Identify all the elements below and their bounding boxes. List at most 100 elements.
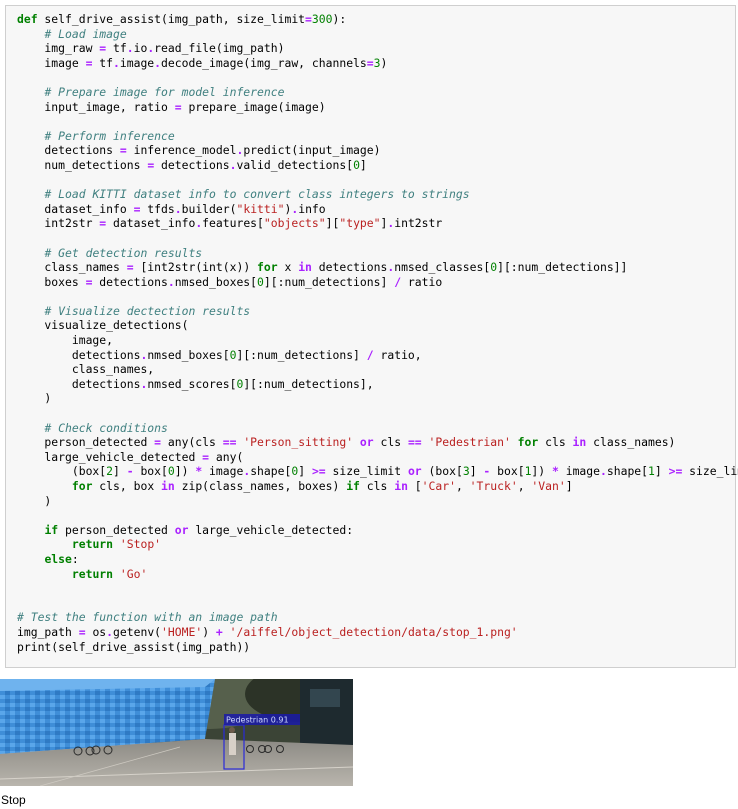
code-token: . <box>154 55 162 70</box>
code-token: ] <box>565 479 573 493</box>
code-token: "type" <box>339 216 381 231</box>
code-line: ) <box>17 391 738 406</box>
code-token: or <box>359 435 374 450</box>
code-token: ] <box>654 464 669 479</box>
code-line: # Prepare image for model inference <box>17 85 738 100</box>
code-token: 'Truck' <box>469 479 518 493</box>
code-token: int2str <box>17 216 100 231</box>
code-token: . <box>167 274 175 289</box>
code-token: . <box>106 624 114 639</box>
code-line: image = tf.image.decode_image(img_raw, c… <box>17 56 738 71</box>
code-token: or <box>174 522 189 537</box>
code-line: detections = inference_model.predict(inp… <box>17 143 738 158</box>
code-line: class_names = [int2str(int(x)) for x in … <box>17 260 738 275</box>
code-token: shape[ <box>606 464 649 479</box>
code-token: 'Van' <box>531 479 566 493</box>
code-token: shape[ <box>250 464 292 479</box>
code-token: = <box>202 449 210 464</box>
code-token: == <box>222 435 237 450</box>
code-token: self_drive_assist(img_path, size_limit <box>37 12 306 26</box>
code-token: image <box>17 55 86 70</box>
code-line: # Get detection results <box>17 246 738 261</box>
code-token: getenv( <box>113 624 162 639</box>
code-line: image, <box>17 333 738 348</box>
code-token: ] <box>113 464 127 479</box>
street-scene-image: Pedestrian 0.91 <box>0 679 353 786</box>
code-token: 2 <box>106 464 114 479</box>
code-token: detections <box>92 274 168 289</box>
code-token: dataset_info <box>106 216 196 231</box>
code-token: input_image, ratio <box>17 99 175 114</box>
code-token: predict(input_image) <box>243 143 381 158</box>
code-token: * <box>552 464 559 479</box>
code-token: nmsed_boxes[ <box>174 274 258 289</box>
code-token: num_detections <box>17 157 148 172</box>
code-token: class_names <box>17 260 127 275</box>
code-editor[interactable]: def self_drive_assist(img_path, size_lim… <box>17 12 738 654</box>
code-cell[interactable]: def self_drive_assist(img_path, size_lim… <box>5 5 738 668</box>
code-line: dataset_info = tfds.builder("kitti").inf… <box>17 202 738 217</box>
code-token: features[ <box>202 216 264 231</box>
code-token: class_names) <box>586 435 676 450</box>
code-token: >= <box>668 464 683 479</box>
code-token: 0 <box>353 157 360 172</box>
code-token: '/aiffel/object_detection/data/stop_1.pn… <box>229 624 518 639</box>
code-line: detections.nmsed_scores[0][:num_detectio… <box>17 377 738 392</box>
code-token: if <box>346 479 360 493</box>
code-line: detections.nmsed_boxes[0][:num_detection… <box>17 348 738 363</box>
code-token: ) <box>17 493 52 508</box>
code-line: else: <box>17 552 738 567</box>
code-token: >= <box>311 464 326 479</box>
code-token: tf <box>92 55 114 70</box>
code-token: nmsed_boxes[ <box>147 347 230 362</box>
code-token: . <box>113 55 120 70</box>
code-token: = <box>305 12 312 26</box>
code-token: decode_image(img_raw, channels <box>161 55 367 70</box>
code-token: ratio <box>401 274 443 289</box>
code-token: (box[ <box>421 464 463 479</box>
code-line: int2str = dataset_info.features["objects… <box>17 216 738 231</box>
code-token: visualize_detections( <box>17 318 189 333</box>
code-token: prepare_image(image) <box>181 99 326 114</box>
code-token: in <box>298 260 312 275</box>
code-token: cls <box>373 435 408 450</box>
code-token: 0 <box>257 274 264 289</box>
code-token: ] <box>298 464 312 479</box>
code-token: # Load image <box>44 26 127 41</box>
code-token: detections <box>17 143 120 158</box>
code-token: ]) <box>531 464 552 479</box>
code-token: ][:num_detections]] <box>497 260 628 275</box>
code-line: ) <box>17 494 738 509</box>
code-token: image <box>558 464 601 479</box>
code-line: # Load KITTI dataset info to convert cla… <box>17 187 738 202</box>
code-token: return <box>71 566 114 581</box>
code-line: # Visualize dectection results <box>17 304 738 319</box>
code-token: = <box>174 99 182 114</box>
code-line: # Load image <box>17 27 738 42</box>
code-line: input_image, ratio = prepare_image(image… <box>17 100 738 115</box>
code-token: = <box>154 435 162 450</box>
code-token: = <box>366 55 374 70</box>
code-token: image, <box>17 333 114 348</box>
code-token: zip(class_names, boxes) <box>174 479 347 493</box>
code-token: . <box>600 464 607 479</box>
code-token: [ <box>407 479 422 493</box>
code-token: detections <box>311 260 388 275</box>
code-token: = <box>78 624 86 639</box>
code-token: 'HOME' <box>161 624 203 639</box>
code-token: 0 <box>167 464 175 479</box>
code-token: ratio, <box>373 347 422 362</box>
